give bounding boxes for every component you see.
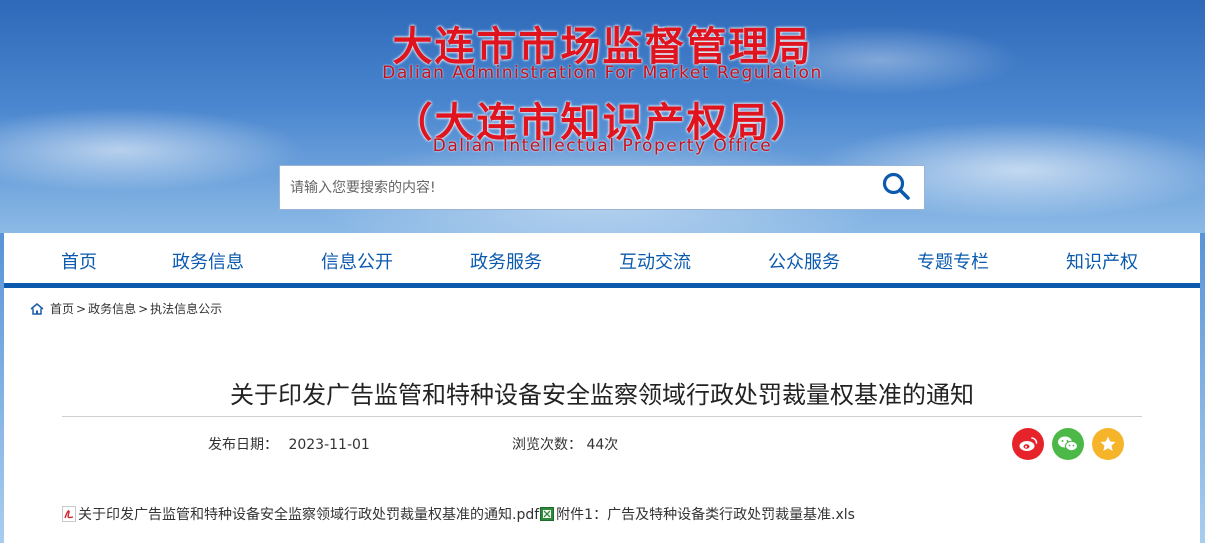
site-title-en: Dalian Administration For Market Regulat…: [382, 63, 823, 83]
title-divider: [62, 416, 1142, 417]
wechat-icon: [1057, 435, 1079, 453]
weibo-icon: [1018, 436, 1038, 452]
attachments: 关于印发广告监管和特种设备安全监察领域行政处罚裁量权基准的通知.pdf 附件1：…: [62, 504, 855, 524]
excel-icon: [540, 506, 555, 522]
share-wechat-button[interactable]: [1052, 428, 1084, 460]
nav-item-gov-info[interactable]: 政务信息: [172, 248, 244, 274]
search-box: [279, 165, 925, 210]
nav-item-interaction[interactable]: 互动交流: [619, 248, 691, 274]
header-banner: 大连市市场监督管理局 Dalian Administration For Mar…: [0, 0, 1205, 233]
attachment-xls-link[interactable]: 附件1：广告及特种设备类行政处罚裁量基准.xls: [556, 504, 855, 524]
publish-date-label: 发布日期：: [208, 437, 278, 453]
home-icon: [30, 302, 44, 315]
attachment-pdf-link[interactable]: 关于印发广告监管和特种设备安全监察领域行政处罚裁量权基准的通知.pdf: [78, 504, 539, 524]
view-count: 浏览次数： 44次: [512, 434, 618, 454]
breadcrumb-separator: >: [76, 301, 87, 316]
favorite-button[interactable]: [1092, 428, 1124, 460]
search-icon: [881, 171, 911, 205]
breadcrumb-separator: >: [138, 301, 149, 316]
breadcrumb: 首页 > 政务信息 > 执法信息公示: [30, 300, 222, 317]
publish-date: 发布日期： 2023-11-01: [208, 434, 370, 454]
content-panel: 首页 > 政务信息 > 执法信息公示 关于印发广告监管和特种设备安全监察领域行政…: [4, 288, 1200, 543]
search-input[interactable]: [280, 166, 868, 209]
star-icon: [1099, 435, 1117, 453]
pdf-icon: [62, 506, 76, 522]
publish-date-value: 2023-11-01: [288, 437, 370, 453]
breadcrumb-home[interactable]: 首页: [50, 300, 74, 317]
site-subtitle-en: Dalian Intellectual Property Office: [432, 136, 773, 156]
breadcrumb-gov-info[interactable]: 政务信息: [88, 300, 136, 317]
search-button[interactable]: [868, 166, 924, 209]
nav-item-special-topics[interactable]: 专题专栏: [917, 248, 989, 274]
breadcrumb-enforcement[interactable]: 执法信息公示: [150, 300, 222, 317]
article-title: 关于印发广告监管和特种设备安全监察领域行政处罚裁量权基准的通知: [230, 381, 974, 409]
nav-item-ip[interactable]: 知识产权: [1066, 248, 1138, 274]
nav-item-home[interactable]: 首页: [61, 248, 97, 274]
view-count-label: 浏览次数：: [512, 437, 582, 453]
view-count-value: 44次: [586, 437, 619, 453]
share-weibo-button[interactable]: [1012, 428, 1044, 460]
nav-item-public-service[interactable]: 公众服务: [768, 248, 840, 274]
nav-item-gov-service[interactable]: 政务服务: [470, 248, 542, 274]
nav-item-info-public[interactable]: 信息公开: [321, 248, 393, 274]
main-nav: 首页 政务信息 信息公开 政务服务 互动交流 公众服务 专题专栏 知识产权: [4, 233, 1200, 288]
